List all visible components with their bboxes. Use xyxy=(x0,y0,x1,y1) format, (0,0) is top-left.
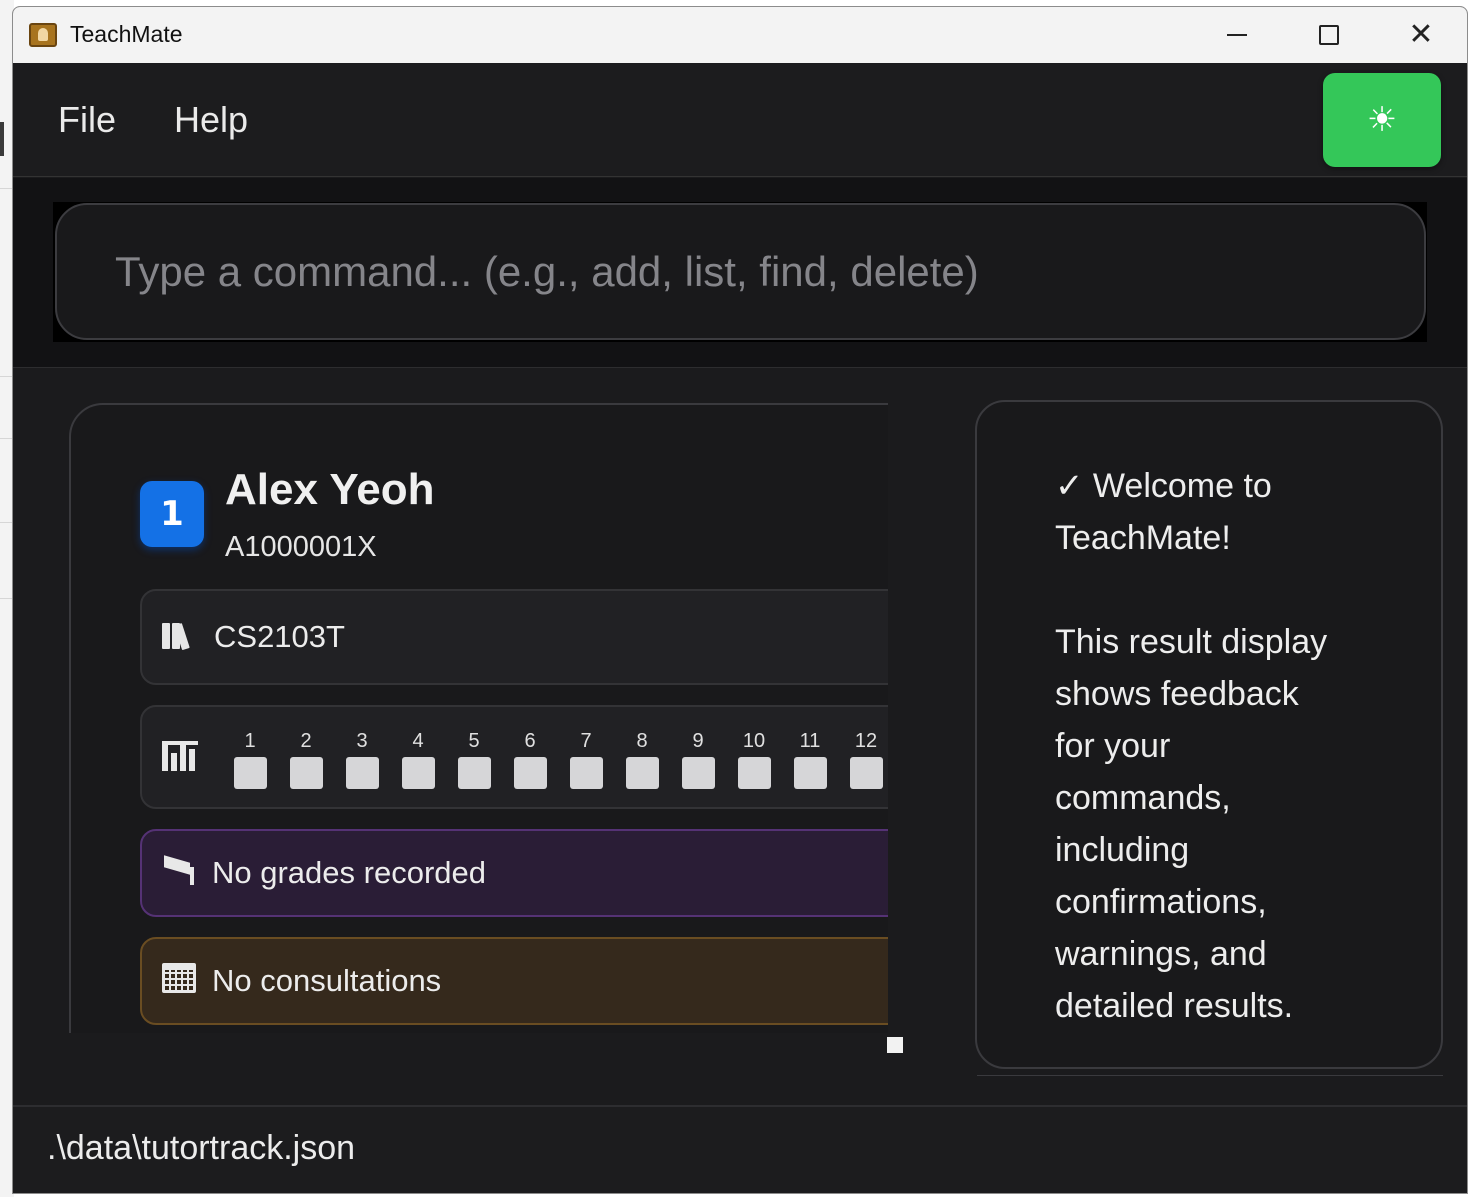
attendance-checkbox[interactable] xyxy=(401,757,435,789)
week-number: 5 xyxy=(468,730,480,752)
attendance-checkbox[interactable] xyxy=(737,757,771,789)
attendance-chart-icon xyxy=(162,741,198,771)
minimize-icon xyxy=(1227,34,1247,36)
week-cell: 9 xyxy=(670,725,726,789)
week-number: 7 xyxy=(580,730,592,752)
consultations-text: No consultations xyxy=(212,963,442,998)
week-cell: 12 xyxy=(838,725,888,789)
desktop-fragment xyxy=(0,122,4,156)
consultations-row: No consultations xyxy=(140,937,888,1025)
theme-toggle-button[interactable]: ☀ xyxy=(1323,73,1441,167)
index-badge: 1 xyxy=(140,481,204,547)
sun-icon: ☀ xyxy=(1366,100,1398,140)
week-cell: 8 xyxy=(614,725,670,789)
week-cell: 6 xyxy=(502,725,558,789)
main-content: 1 Alex Yeoh A1000001X CS2103T 1 2 3 4 5 … xyxy=(13,369,1467,1105)
close-icon: ✕ xyxy=(1408,17,1434,52)
result-divider xyxy=(977,1075,1443,1076)
student-list[interactable]: 1 Alex Yeoh A1000001X CS2103T 1 2 3 4 5 … xyxy=(69,403,888,1033)
attendance-checkbox[interactable] xyxy=(513,757,547,789)
week-number: 11 xyxy=(799,730,821,752)
week-number: 2 xyxy=(300,730,312,752)
scrollbar-corner[interactable] xyxy=(887,1037,903,1053)
maximize-icon xyxy=(1319,25,1339,45)
week-cell: 10 xyxy=(726,725,782,789)
attendance-row: 1 2 3 4 5 6 7 8 9 10 11 12 xyxy=(140,705,888,809)
grades-text: No grades recorded xyxy=(212,855,486,890)
window-title: TeachMate xyxy=(70,21,183,47)
command-input[interactable] xyxy=(55,203,1426,340)
course-row: CS2103T xyxy=(140,589,888,685)
week-cell: 2 xyxy=(278,725,334,789)
minimize-button[interactable] xyxy=(1191,7,1283,63)
command-area xyxy=(13,178,1467,368)
command-box xyxy=(53,202,1427,342)
data-file-path: .\data\tutortrack.json xyxy=(47,1129,356,1167)
books-icon xyxy=(162,619,190,651)
attendance-checkbox[interactable] xyxy=(849,757,883,789)
student-card[interactable]: 1 Alex Yeoh A1000001X CS2103T 1 2 3 4 5 … xyxy=(69,403,888,1033)
result-display: ✓ Welcome to TeachMate! This result disp… xyxy=(975,400,1443,1069)
graduation-cap-icon xyxy=(162,855,198,885)
title-bar[interactable]: TeachMate ✕ xyxy=(13,7,1467,63)
menu-help[interactable]: Help xyxy=(174,99,248,141)
attendance-checkbox[interactable] xyxy=(233,757,267,789)
week-cell: 4 xyxy=(390,725,446,789)
week-number: 1 xyxy=(244,730,256,752)
menu-file[interactable]: File xyxy=(58,99,116,141)
student-name: Alex Yeoh xyxy=(225,465,435,514)
attendance-checkbox[interactable] xyxy=(457,757,491,789)
attendance-checkbox[interactable] xyxy=(625,757,659,789)
week-number: 8 xyxy=(636,730,648,752)
grades-row: No grades recorded xyxy=(140,829,888,917)
menu-bar: File Help ☀ xyxy=(13,63,1467,177)
calendar-icon xyxy=(162,963,196,993)
week-number: 4 xyxy=(412,730,424,752)
close-button[interactable]: ✕ xyxy=(1375,7,1467,63)
student-id: A1000001X xyxy=(225,531,377,563)
week-number: 6 xyxy=(524,730,536,752)
week-number: 12 xyxy=(854,730,878,752)
week-number: 10 xyxy=(742,730,766,752)
attendance-checkbox[interactable] xyxy=(793,757,827,789)
week-number: 9 xyxy=(692,730,704,752)
result-text: ✓ Welcome to TeachMate! This result disp… xyxy=(1055,467,1328,1025)
attendance-checkbox[interactable] xyxy=(289,757,323,789)
attendance-checkbox[interactable] xyxy=(569,757,603,789)
week-cell: 11 xyxy=(782,725,838,789)
week-number: 3 xyxy=(356,730,368,752)
status-bar: .\data\tutortrack.json xyxy=(13,1105,1467,1193)
course-code: CS2103T xyxy=(214,619,345,654)
app-logo-icon xyxy=(29,23,57,47)
attendance-checkbox[interactable] xyxy=(345,757,379,789)
week-cell: 1 xyxy=(222,725,278,789)
week-cell: 7 xyxy=(558,725,614,789)
week-cell: 5 xyxy=(446,725,502,789)
attendance-checkbox[interactable] xyxy=(681,757,715,789)
maximize-button[interactable] xyxy=(1283,7,1375,63)
week-cell: 3 xyxy=(334,725,390,789)
app-window: TeachMate ✕ File Help ☀ 1 Alex Yeoh A100… xyxy=(12,6,1468,1194)
attendance-weeks: 1 2 3 4 5 6 7 8 9 10 11 12 xyxy=(222,725,888,789)
